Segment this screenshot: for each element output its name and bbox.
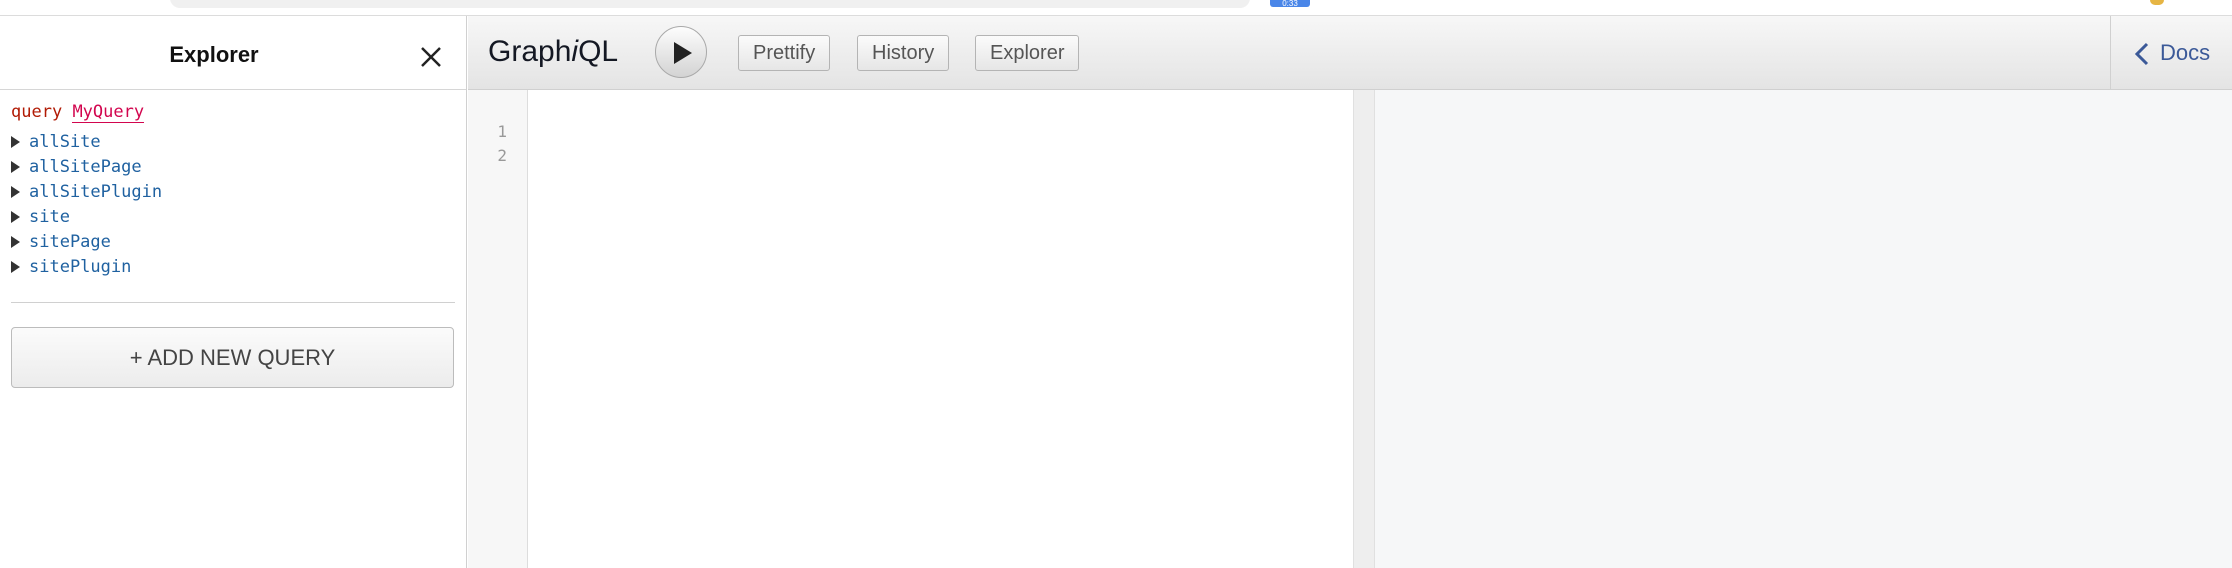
triangle-right-icon xyxy=(11,236,20,248)
editor-gutter: 1 2 xyxy=(468,90,528,568)
query-name[interactable]: MyQuery xyxy=(72,102,145,123)
result-panel xyxy=(1375,90,2232,568)
field-label: sitePlugin xyxy=(29,257,132,277)
browser-badge: 0:33 xyxy=(1270,0,1310,7)
triangle-right-icon xyxy=(11,261,20,273)
chevron-left-icon xyxy=(2134,42,2149,66)
history-button[interactable]: History xyxy=(857,35,950,71)
prettify-button[interactable]: Prettify xyxy=(738,35,831,71)
explorer-title: Explorer xyxy=(169,42,259,67)
field-sitePlugin[interactable]: sitePlugin xyxy=(11,255,455,280)
line-number: 1 xyxy=(497,122,507,141)
triangle-right-icon xyxy=(11,211,20,223)
divider xyxy=(11,302,455,303)
editor-result-splitter[interactable] xyxy=(1353,90,1375,568)
address-bar[interactable] xyxy=(170,0,1250,8)
explorer-header: Explorer xyxy=(0,16,466,90)
brand-suffix: QL xyxy=(578,35,619,68)
explorer-panel: Explorer query MyQuery allSite allSitePa… xyxy=(0,16,467,568)
field-site[interactable]: site xyxy=(11,205,455,230)
field-allSite[interactable]: allSite xyxy=(11,130,455,155)
query-editor[interactable] xyxy=(529,90,1353,568)
graphiql-logo: GraphiQL xyxy=(488,35,618,69)
execute-query-button[interactable] xyxy=(655,26,707,78)
close-icon[interactable] xyxy=(414,40,448,74)
line-number: 2 xyxy=(497,146,507,165)
field-label: allSite xyxy=(29,132,101,152)
query-declaration: query MyQuery xyxy=(11,100,455,124)
query-keyword: query xyxy=(11,102,63,122)
docs-label: Docs xyxy=(2160,40,2211,65)
field-sitePage[interactable]: sitePage xyxy=(11,230,455,255)
explorer-body: query MyQuery allSite allSitePage allSit… xyxy=(0,90,466,388)
explorer-toggle-button[interactable]: Explorer xyxy=(975,35,1080,71)
brand-prefix: Graph xyxy=(488,35,572,68)
add-new-query-button[interactable]: + ADD NEW QUERY xyxy=(11,327,454,388)
field-label: site xyxy=(29,207,70,227)
field-label: allSitePlugin xyxy=(29,182,163,202)
browser-top-strip: 0:33 xyxy=(0,0,2232,16)
browser-extension-icon[interactable] xyxy=(2150,0,2164,5)
docs-button[interactable]: Docs xyxy=(2110,16,2232,89)
triangle-right-icon xyxy=(11,136,20,148)
field-allSitePlugin[interactable]: allSitePlugin xyxy=(11,180,455,205)
field-label: allSitePage xyxy=(29,157,142,177)
field-allSitePage[interactable]: allSitePage xyxy=(11,155,455,180)
triangle-right-icon xyxy=(11,161,20,173)
play-icon xyxy=(674,42,692,64)
graphiql-toolbar: GraphiQL Prettify History Explorer Docs xyxy=(468,16,2232,90)
triangle-right-icon xyxy=(11,186,20,198)
field-label: sitePage xyxy=(29,232,111,252)
